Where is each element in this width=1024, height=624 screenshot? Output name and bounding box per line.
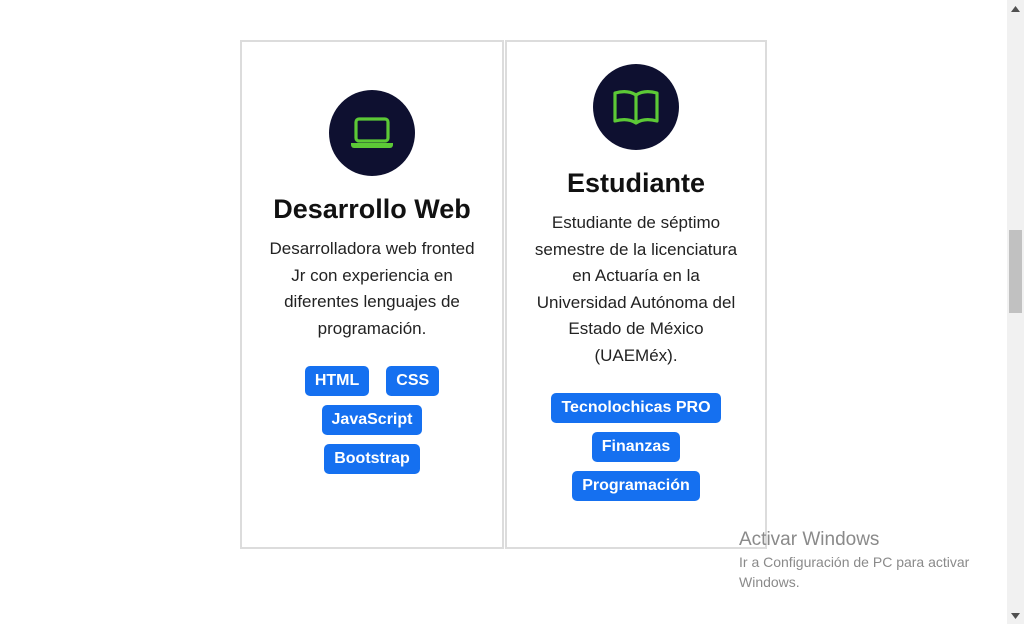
tag-row: Tecnolochicas PRO xyxy=(551,393,721,423)
card-web-development: Desarrollo Web Desarrolladora web fronte… xyxy=(240,40,504,549)
card-student: Estudiante Estudiante de séptimo semestr… xyxy=(505,40,767,549)
book-icon xyxy=(613,90,659,125)
tag-row: HTML CSS xyxy=(304,366,440,396)
page: Desarrollo Web Desarrolladora web fronte… xyxy=(0,0,1024,624)
tag-row: Finanzas xyxy=(591,432,681,462)
tag-row: Bootstrap xyxy=(324,444,420,474)
tag-programacion[interactable]: Programación xyxy=(572,471,700,501)
tag-tecnolochicas-pro[interactable]: Tecnolochicas PRO xyxy=(551,393,721,423)
icon-badge xyxy=(329,90,415,176)
tag-row: Programación xyxy=(572,471,700,501)
watermark-title: Activar Windows xyxy=(739,529,880,550)
tag-list: HTML CSS JavaScript Bootstrap xyxy=(304,366,440,474)
laptop-icon xyxy=(351,117,393,148)
scrollbar-thumb[interactable] xyxy=(1009,230,1022,313)
card-title: Desarrollo Web xyxy=(273,194,471,224)
windows-activation-watermark: Activar Windows Ir a Configuración de PC… xyxy=(739,528,999,592)
cards-container: Desarrollo Web Desarrolladora web fronte… xyxy=(240,40,767,549)
card-description: Desarrolladora web fronted Jr con experi… xyxy=(269,239,475,338)
vertical-scrollbar[interactable] xyxy=(1007,0,1024,624)
scroll-down-arrow-icon[interactable] xyxy=(1007,607,1024,624)
card-description: Estudiante de séptimo semestre de la lic… xyxy=(534,213,738,365)
icon-badge xyxy=(593,64,679,150)
tag-bootstrap[interactable]: Bootstrap xyxy=(324,444,420,474)
tag-css[interactable]: CSS xyxy=(386,366,440,396)
scroll-up-arrow-icon[interactable] xyxy=(1007,0,1024,17)
tag-finanzas[interactable]: Finanzas xyxy=(591,432,681,462)
tag-row: JavaScript xyxy=(321,405,423,435)
watermark-subtitle: Ir a Configuración de PC para activar Wi… xyxy=(739,554,970,590)
tag-list: Tecnolochicas PRO Finanzas Programación xyxy=(551,393,721,501)
card-title: Estudiante xyxy=(566,168,706,198)
tag-javascript[interactable]: JavaScript xyxy=(321,405,423,435)
tag-html[interactable]: HTML xyxy=(304,366,370,396)
